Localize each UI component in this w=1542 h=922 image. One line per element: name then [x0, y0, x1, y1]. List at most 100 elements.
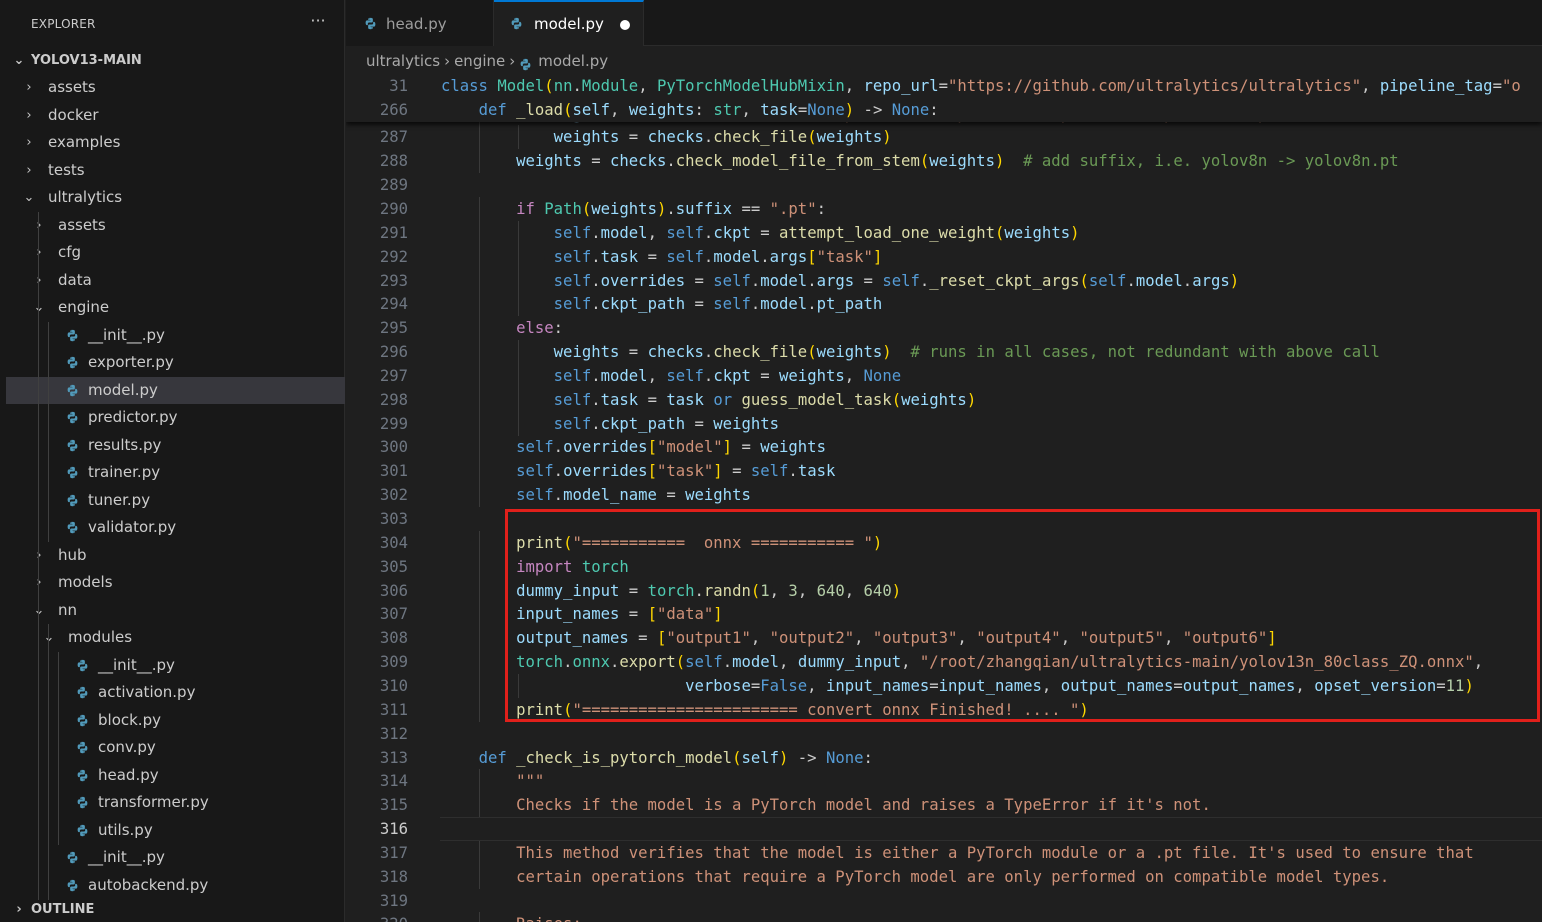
indent-guide: [38, 816, 39, 845]
code-line[interactable]: 301 self.overrides["task"] = self.task: [346, 459, 1542, 484]
python-icon: [67, 494, 78, 506]
more-actions-icon[interactable]: ···: [306, 10, 330, 34]
tree-file[interactable]: predictor.py: [6, 404, 345, 432]
code-editor[interactable]: 31 class Model(nn.Module, PyTorchModelHub…: [346, 74, 1542, 922]
code-token: self: [572, 101, 611, 119]
tree-folder[interactable]: › models: [6, 569, 345, 597]
code-line[interactable]: 293 self.overrides = self.model.args = s…: [346, 268, 1542, 293]
code-token: ): [844, 101, 855, 119]
tree-folder[interactable]: › hub: [6, 541, 345, 570]
code-line[interactable]: 295 else:: [346, 316, 1542, 341]
code-token: ]: [722, 438, 733, 457]
tree-folder[interactable]: › assets: [6, 74, 345, 101]
tab-head-py[interactable]: head.py: [346, 0, 494, 46]
tree-file[interactable]: block.py: [6, 706, 345, 735]
code-line[interactable]: 291 self.model, self.ckpt = attempt_load…: [346, 220, 1542, 245]
tree-file[interactable]: activation.py: [6, 679, 345, 707]
code-line[interactable]: 320 Raises:: [346, 912, 1542, 922]
breadcrumb-item[interactable]: engine: [454, 50, 505, 72]
code-line[interactable]: 31 class Model(nn.Module, PyTorchModelHub…: [346, 74, 1542, 98]
tab-label: model.py: [534, 15, 604, 33]
tree-file[interactable]: __init__.py: [6, 321, 345, 350]
indent-guide: [48, 376, 49, 405]
code-token: ): [1070, 223, 1080, 242]
tab-model-py[interactable]: model.py: [494, 0, 644, 46]
sticky-scroll[interactable]: 31 class Model(nn.Module, PyTorchModelHub…: [346, 74, 1542, 122]
code-line[interactable]: 319: [346, 889, 1542, 913]
code-line[interactable]: 287 weights = checks.check_file(weights): [346, 125, 1542, 150]
code-line[interactable]: 294 self.ckpt_path = self.model.pt_path: [346, 292, 1542, 317]
breadcrumb-item[interactable]: ultralytics: [366, 50, 440, 72]
code-token: class: [441, 77, 498, 95]
code-line[interactable]: 289: [346, 173, 1542, 197]
code-line[interactable]: 314 """: [346, 769, 1542, 794]
outline-section[interactable]: › OUTLINE: [6, 897, 345, 922]
code-line[interactable]: 299 self.ckpt_path = weights: [346, 411, 1542, 436]
tree-folder[interactable]: ⌄ engine: [6, 294, 345, 322]
code-line[interactable]: 300 self.overrides["model"] = weights: [346, 435, 1542, 460]
unsaved-dot-icon[interactable]: [620, 20, 630, 30]
code-token: weights: [816, 128, 883, 147]
tree-folder[interactable]: ⌄ nn: [6, 596, 345, 625]
tree-folder[interactable]: › tests: [6, 157, 345, 184]
line-number: 297: [379, 366, 408, 385]
indent-guide: [38, 734, 39, 762]
code-token: ): [882, 128, 892, 147]
code-line[interactable]: 316: [346, 817, 1542, 842]
breadcrumb-item[interactable]: model.py: [538, 50, 608, 72]
tree-file[interactable]: trainer.py: [6, 459, 345, 487]
indent-guide: [38, 486, 39, 515]
tree-file[interactable]: __init__.py: [6, 651, 345, 680]
code-line[interactable]: 313 def _check_is_pytorch_model(self) ->…: [346, 746, 1542, 770]
code-line[interactable]: 298 self.task = task or guess_model_task…: [346, 387, 1542, 412]
code-line[interactable]: 288 weights = checks.check_model_file_fr…: [346, 149, 1542, 174]
tree-file[interactable]: tuner.py: [6, 486, 345, 515]
tree-file[interactable]: exporter.py: [6, 349, 345, 377]
code-line[interactable]: 315 Checks if the model is a PyTorch mod…: [346, 793, 1542, 818]
code-line[interactable]: 318 certain operations that require a Py…: [346, 864, 1542, 889]
code-text: self.ckpt_path = self.model.pt_path: [441, 292, 883, 316]
tree-folder[interactable]: › data: [6, 266, 345, 295]
code-token: [: [647, 462, 657, 481]
tree-file[interactable]: transformer.py: [6, 789, 345, 817]
code-token: =: [619, 128, 648, 147]
code-line[interactable]: 297 self.model, self.ckpt = weights, Non…: [346, 363, 1542, 388]
code-token: ,: [638, 77, 657, 95]
tree-file[interactable]: head.py: [6, 761, 345, 790]
tree-file[interactable]: model.py: [6, 376, 345, 405]
code-token: check_file: [713, 128, 808, 147]
tree-folder[interactable]: › examples: [6, 129, 345, 156]
tree-file[interactable]: autobackend.py: [6, 871, 345, 900]
code-line[interactable]: 317 This method verifies that the model …: [346, 840, 1542, 865]
tree-folder[interactable]: › cfg: [6, 239, 345, 267]
code-token: .: [553, 438, 564, 457]
code-line[interactable]: 312: [346, 722, 1542, 746]
tree-file[interactable]: validator.py: [6, 514, 345, 542]
code-token: [: [647, 438, 657, 457]
tree-file[interactable]: utils.py: [6, 816, 345, 845]
tree-root-folder[interactable]: ⌄ YOLOV13-MAIN: [6, 47, 345, 74]
code-token: _reset_ckpt_args: [929, 271, 1080, 290]
tree-folder[interactable]: ⌄ ultralytics: [6, 184, 345, 211]
tree-file[interactable]: results.py: [6, 431, 345, 460]
code-line[interactable]: 290 if Path(weights).suffix == ".pt":: [346, 196, 1542, 221]
code-token: (: [807, 343, 817, 362]
code-line[interactable]: 266 def _load(self, weights: str, task=N…: [346, 98, 1542, 122]
tree-folder[interactable]: › docker: [6, 102, 345, 129]
tree-folder[interactable]: › assets: [6, 211, 345, 240]
tree-file[interactable]: conv.py: [6, 734, 345, 762]
chevron-right-icon: ›: [509, 52, 516, 70]
code-line[interactable]: 296 weights = checks.check_file(weights)…: [346, 340, 1542, 365]
tree-file[interactable]: __init__.py: [6, 844, 345, 872]
code-token: repo_url: [863, 77, 939, 95]
tree-item-label: results.py: [88, 435, 162, 454]
code-line[interactable]: 292 self.task = self.model.args["task"]: [346, 244, 1542, 269]
code-token: Module: [581, 77, 639, 95]
code-token: =: [685, 271, 714, 290]
code-line[interactable]: 302 self.model_name = weights: [346, 483, 1542, 508]
tree-folder[interactable]: ⌄ modules: [6, 624, 345, 652]
code-token: task: [600, 390, 639, 409]
